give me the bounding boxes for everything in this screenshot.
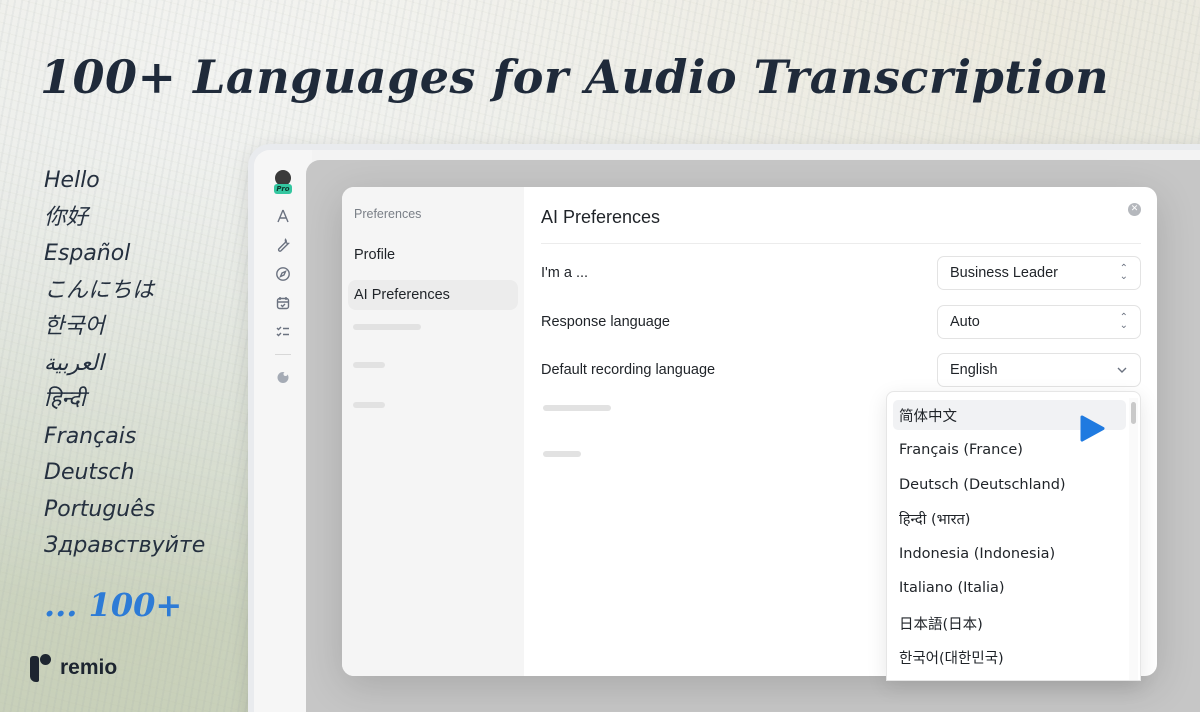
- brain-icon[interactable]: [274, 368, 292, 386]
- avatar[interactable]: Pro: [272, 170, 294, 196]
- compass-icon[interactable]: [274, 265, 292, 283]
- calendar-icon[interactable]: [274, 294, 292, 312]
- placeholder-skeleton: [353, 362, 385, 368]
- brand-name: remio: [60, 656, 118, 679]
- modal-title: AI Preferences: [541, 207, 661, 227]
- select-value: English: [950, 362, 998, 378]
- select-value: Auto: [950, 314, 980, 330]
- wrench-icon[interactable]: [274, 236, 292, 254]
- setting-row-recording-language: Default recording language English: [541, 353, 1141, 387]
- placeholder-skeleton: [353, 402, 385, 408]
- language-option[interactable]: 日本語(日本): [893, 608, 1126, 638]
- language-option[interactable]: 한국어(대한민국): [893, 642, 1126, 672]
- close-icon[interactable]: ✕: [1128, 203, 1141, 216]
- language-option[interactable]: हिन्दी (भारत): [893, 504, 1126, 534]
- scrollbar-thumb[interactable]: [1131, 402, 1136, 424]
- greeting-item: Здравствуйте: [44, 533, 206, 558]
- setting-label: I'm a ...: [541, 265, 589, 281]
- icon-rail: Pro: [254, 150, 312, 712]
- title-divider: [541, 243, 1141, 244]
- placeholder-skeleton: [543, 451, 581, 457]
- select-value: Business Leader: [950, 265, 1059, 281]
- apps-icon[interactable]: [274, 207, 292, 225]
- setting-label: Default recording language: [541, 362, 716, 378]
- more-languages-label: ... 100+: [44, 586, 183, 624]
- recording-language-select[interactable]: English: [937, 353, 1141, 387]
- placeholder-skeleton: [353, 324, 421, 330]
- greeting-item: こんにちは: [44, 277, 155, 303]
- greeting-item: Español: [44, 241, 131, 266]
- brand: remio: [28, 654, 117, 682]
- greeting-item: Deutsch: [44, 460, 135, 485]
- chevron-down-icon: [1117, 367, 1127, 373]
- remio-logo-icon: [28, 654, 52, 682]
- preferences-heading: Preferences: [354, 207, 422, 221]
- nav-item-profile[interactable]: Profile: [348, 240, 518, 270]
- response-language-select[interactable]: Auto ⌃ ⌄: [937, 305, 1141, 339]
- greeting-item: 你好: [44, 204, 89, 230]
- greetings-list: Hello 你好 Español こんにちは 한국어 العربية हिन्द…: [44, 166, 205, 568]
- scroll-track: [1129, 398, 1138, 680]
- greeting-item: हिन्दी: [44, 387, 86, 412]
- up-down-chevron-icon: ⌃ ⌄: [1119, 312, 1128, 331]
- greeting-item: Hello: [44, 168, 100, 193]
- checklist-icon[interactable]: [274, 323, 292, 341]
- headline: 100+ Languages for Audio Transcription: [40, 50, 1110, 104]
- greeting-item: Français: [44, 423, 137, 449]
- setting-label: Response language: [541, 314, 670, 330]
- setting-row-response-language: Response language Auto ⌃ ⌄: [541, 305, 1141, 339]
- pro-badge: Pro: [274, 184, 292, 194]
- pointer-cursor-icon: [1080, 415, 1105, 442]
- greeting-item: 한국어: [44, 314, 105, 339]
- greeting-item: العربية: [44, 350, 105, 376]
- role-select[interactable]: Business Leader ⌃ ⌄: [937, 256, 1141, 290]
- placeholder-skeleton: [543, 405, 611, 411]
- language-option[interactable]: Indonesia (Indonesia): [893, 539, 1126, 569]
- language-option[interactable]: Italiano (Italia): [893, 573, 1126, 603]
- nav-item-ai-preferences[interactable]: AI Preferences: [348, 280, 518, 310]
- setting-row-role: I'm a ... Business Leader ⌃ ⌄: [541, 256, 1141, 290]
- greeting-item: Português: [44, 496, 156, 522]
- up-down-chevron-icon: ⌃ ⌄: [1119, 263, 1128, 282]
- preferences-sidebar: Preferences Profile AI Preferences: [342, 187, 524, 676]
- language-option[interactable]: Deutsch (Deutschland): [893, 470, 1126, 500]
- rail-divider: [275, 354, 291, 355]
